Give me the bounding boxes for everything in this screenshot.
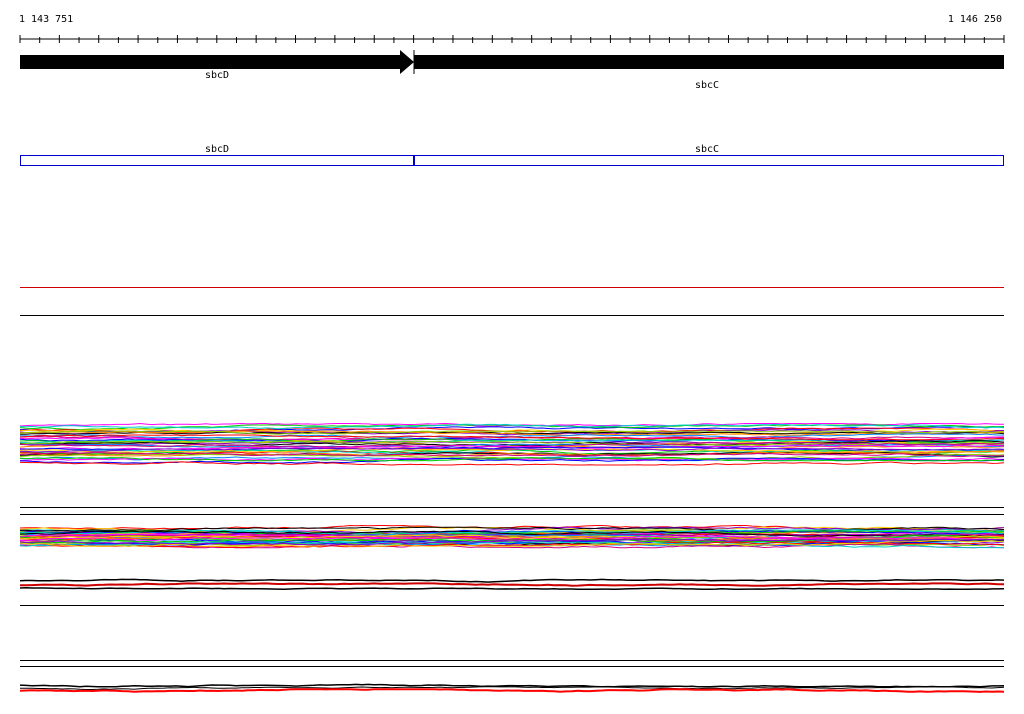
coordinate-ruler	[19, 35, 1005, 43]
gene-arrow-sbcC[interactable]	[414, 55, 1004, 69]
signal-track-1[interactable]	[19, 422, 1005, 466]
cds-box-sbcD[interactable]	[20, 155, 414, 166]
track3-series-line	[19, 587, 1005, 590]
signal-track-2[interactable]	[19, 524, 1005, 549]
signal-track-4[interactable]	[19, 683, 1005, 693]
track1-series-line	[19, 461, 1005, 466]
track4-series-line	[19, 688, 1005, 693]
genome-browser-view[interactable]	[0, 0, 1024, 714]
track-dividers	[20, 315, 1004, 667]
track3-series-line	[20, 582, 1004, 587]
signal-track-3[interactable]	[19, 578, 1005, 590]
gene-arrow-sbcD-head[interactable]	[400, 50, 414, 74]
cds-box-sbcC[interactable]	[414, 155, 1004, 166]
track3-series-line	[19, 578, 1005, 583]
gene-arrow-sbcD-body[interactable]	[20, 55, 404, 69]
